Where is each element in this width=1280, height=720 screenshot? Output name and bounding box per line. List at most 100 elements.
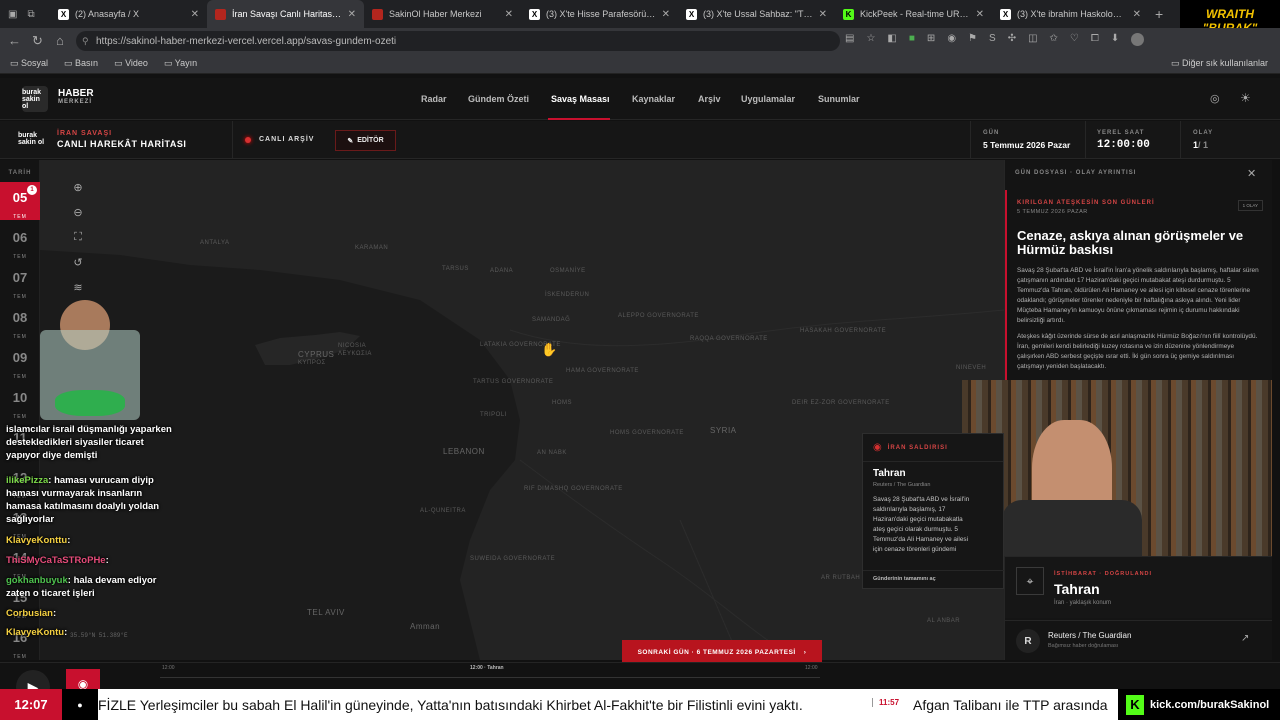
date-day: 07 <box>12 270 28 285</box>
bookmark-folder-basin[interactable]: ▭ Basın <box>64 58 98 69</box>
target-icon[interactable]: ◎ <box>1210 92 1220 105</box>
url-bar[interactable]: ⚲ https://sakinol-haber-merkezi-vercel.v… <box>76 31 840 51</box>
land-mass <box>40 160 1004 660</box>
nav-kaynaklar[interactable]: Kaynaklar <box>632 94 675 104</box>
close-icon[interactable]: ✕ <box>1247 167 1256 180</box>
time-info: YEREL SAAT 12:00:00 <box>1097 130 1150 151</box>
collections-icon[interactable]: ⧠ <box>1091 33 1099 46</box>
close-tab-icon[interactable]: ✕ <box>819 9 827 20</box>
source-name: Reuters / The Guardian <box>1048 631 1132 640</box>
zoom-in-icon[interactable]: ⊕ <box>69 178 87 196</box>
home-icon[interactable]: ⌂ <box>56 33 64 48</box>
bookmark-folder-yayin[interactable]: ▭ Yayın <box>164 58 197 69</box>
favorite-star-icon[interactable]: ☆ <box>866 33 875 46</box>
extension-grid-icon[interactable]: ⊞ <box>927 33 935 46</box>
date-month: TEM <box>13 214 27 220</box>
editor-button[interactable]: ✎ EDİTÖR <box>335 130 396 151</box>
split-view-icon[interactable]: ◫ <box>1028 33 1037 46</box>
site-logo[interactable]: burak sakin ol <box>22 86 48 112</box>
map-place-label: AL ANBAR <box>927 618 961 624</box>
theme-sun-icon[interactable]: ☀ <box>1240 91 1251 105</box>
map-place-label: TRIPOLI <box>480 412 507 418</box>
browser-tab[interactable]: X (3) X'te Hisse Parafesörü: "Ekonomi ✕ <box>521 0 678 28</box>
event-badge: 1 <box>27 185 37 195</box>
operations-map[interactable]: ANTALYA KARAMAN TARSUS ADANA OSMANİYE İSKENDE… <box>40 160 1004 660</box>
nav-gundem-ozeti[interactable]: Gündem Özeti <box>468 94 529 104</box>
ticker-text-1: FİZLE Yerleşimciler bu sabah El Halil'in… <box>98 697 803 713</box>
extension-translate-icon[interactable]: ⚑ <box>968 33 977 46</box>
extension-circle-icon[interactable]: ◉ <box>947 33 956 46</box>
page-title: CANLI HAREKÂT HARİTASI <box>57 139 187 149</box>
intel-kicker: İSTİHBARAT · DOĞRULANDI <box>1054 571 1153 577</box>
reload-icon[interactable]: ↻ <box>32 33 43 49</box>
reset-view-icon[interactable]: ↺ <box>69 253 87 271</box>
close-tab-icon[interactable]: ✕ <box>348 9 356 20</box>
fit-bounds-icon[interactable]: ⛶ <box>69 228 87 246</box>
zoom-out-icon[interactable]: ⊖ <box>69 203 87 221</box>
bookmark-folder-sosyal[interactable]: ▭ Sosyal <box>10 58 48 69</box>
map-place-label: TARSUS <box>442 266 469 272</box>
browser-tab[interactable]: X (3) X'te ibrahim Haskoloğlu: "Türk ✕ <box>992 0 1149 28</box>
favorites-icon[interactable]: ✩ <box>1050 33 1058 46</box>
date-month: TEM <box>13 294 27 300</box>
extension-s-icon[interactable]: S <box>989 33 996 46</box>
source-card[interactable]: R Reuters / The Guardian Bağımsız haber … <box>1005 620 1272 660</box>
date-item[interactable]: 06 TEM <box>0 222 40 260</box>
map-place-label: AN NABK <box>537 450 567 456</box>
popup-more-link[interactable]: Günderinin tamamını aç <box>863 570 1005 588</box>
other-bookmarks[interactable]: ▭ Diğer sık kullanılanlar <box>1171 58 1268 69</box>
feedback-icon[interactable]: ♡ <box>1070 33 1079 46</box>
layers-icon[interactable]: ≋ <box>69 278 87 296</box>
downloads-icon[interactable]: ⬇ <box>1111 33 1119 46</box>
workspaces-icon[interactable]: ⧉ <box>27 9 34 20</box>
nav-uygulamalar[interactable]: Uygulamalar <box>741 94 795 104</box>
nav-radar[interactable]: Radar <box>421 94 447 104</box>
extension-green-icon[interactable]: ■ <box>909 33 915 46</box>
chat-username: KlavyeKontu <box>6 627 65 638</box>
map-place-label: AR RUTBAH <box>821 575 861 581</box>
date-item[interactable]: 07 TEM <box>0 262 40 300</box>
new-tab-button[interactable]: + <box>1155 6 1163 22</box>
browser-tab[interactable]: X (3) X'te Ussal Sahbaz: "Tıp ve hukuk ✕ <box>678 0 835 28</box>
kick-logo-icon: K <box>1126 694 1144 715</box>
live-archive-button[interactable]: CANLI ARŞİV <box>245 136 314 143</box>
browser-tab[interactable]: SakinOl Haber Merkezi ✕ <box>364 0 521 28</box>
nav-sunumlar[interactable]: Sunumlar <box>818 94 860 104</box>
external-link-icon[interactable]: ↗ <box>1241 633 1249 644</box>
profile-avatar[interactable] <box>1131 33 1145 46</box>
browser-tab[interactable]: İran Savaşı Canlı Haritası - SakinOl ✕ <box>207 0 364 28</box>
browser-tab[interactable]: X (2) Anasayfa / X ✕ <box>50 0 207 28</box>
chat-message: ThiSMyCaTaSTRoPHe: <box>6 554 174 567</box>
timeline-track[interactable] <box>160 677 820 678</box>
ticker-dot-icon: ● <box>62 689 98 720</box>
back-icon[interactable]: ← <box>8 33 21 48</box>
nav-active-underline <box>548 118 610 120</box>
close-tab-icon[interactable]: ✕ <box>505 9 513 20</box>
event-popup[interactable]: ◉ İRAN SALDIRISI Tahran Reuters / The Gu… <box>862 433 1005 589</box>
window-menu-icon[interactable]: ▣ <box>8 9 17 20</box>
browser-tab[interactable]: K KickPeek - Real-time URL Crawler ✕ <box>835 0 992 28</box>
panel-paragraph-2: Ateşkes kâğıt üzerinde sürse de asıl anl… <box>1017 333 1258 370</box>
reader-icon[interactable]: ▤ <box>845 33 854 46</box>
bookmark-label: Sosyal <box>21 58 49 68</box>
map-place-label: TEL AVIV <box>307 608 345 617</box>
close-tab-icon[interactable]: ✕ <box>662 9 670 20</box>
hand-cursor-icon: ✋ <box>541 342 558 357</box>
extension-icon[interactable]: ◧ <box>887 33 896 46</box>
bookmark-folder-video[interactable]: ▭ Video <box>114 58 148 69</box>
tab-title: (3) X'te ibrahim Haskoloğlu: "Türk <box>1017 9 1127 19</box>
map-place-label: ΚΥΠΡΟΣ <box>298 360 326 366</box>
site-info-icon[interactable]: ⚲ <box>82 36 89 47</box>
day-label: GÜN <box>983 130 1000 136</box>
extensions-icon[interactable]: ✣ <box>1008 33 1016 46</box>
date-month: TEM <box>13 374 27 380</box>
nav-savas-masasi[interactable]: Savaş Masası <box>551 94 610 104</box>
close-tab-icon[interactable]: ✕ <box>976 9 984 20</box>
time-label: YEREL SAAT <box>1097 130 1145 136</box>
nav-arsiv[interactable]: Arşiv <box>698 94 721 104</box>
close-tab-icon[interactable]: ✕ <box>1133 9 1141 20</box>
date-item[interactable]: 05 TEM 1 <box>0 182 40 220</box>
map-place-label: ANTALYA <box>200 240 230 246</box>
close-tab-icon[interactable]: ✕ <box>191 9 199 20</box>
date-month: TEM <box>13 414 27 420</box>
